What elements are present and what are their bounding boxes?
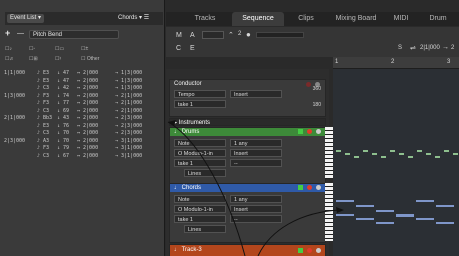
arrow-head-right <box>336 207 344 213</box>
annotation-arrows <box>167 120 344 256</box>
arrow-to-event-list <box>167 121 246 256</box>
arrow-to-grid <box>257 209 341 256</box>
